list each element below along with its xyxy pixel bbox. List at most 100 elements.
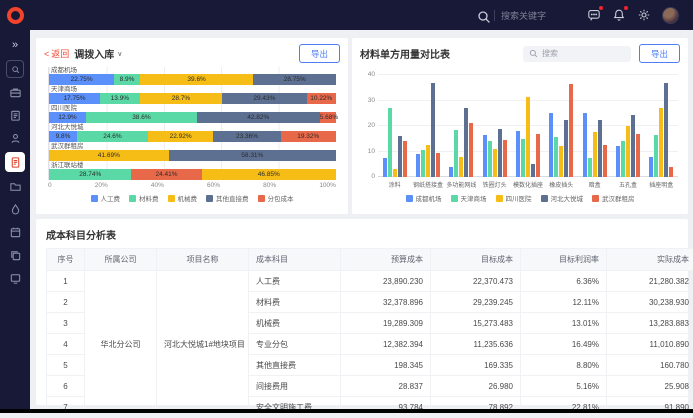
table-cell: 6 [47, 376, 85, 397]
sidebar-item-folder-icon[interactable] [5, 177, 25, 195]
bar-segment: 10.22% [307, 93, 336, 104]
bar [603, 145, 607, 177]
x-label: 暗盒 [578, 180, 611, 189]
sidebar-item-calendar-icon[interactable] [5, 223, 25, 241]
bar [493, 149, 497, 177]
legend-label: 成都机场 [416, 193, 442, 203]
expand-icon[interactable]: » [5, 36, 25, 54]
bell-badge [624, 6, 628, 10]
bell-icon[interactable] [612, 8, 626, 22]
table-cell: 材料费 [249, 292, 341, 313]
legend-label: 机械费 [178, 193, 198, 203]
bar-segment: 13.9% [100, 93, 140, 104]
legend-label: 武汉群租房 [602, 193, 635, 203]
export-button-right[interactable]: 导出 [639, 44, 680, 63]
sidebar-item-user-icon[interactable] [5, 129, 25, 147]
clipboard-icon [9, 109, 22, 122]
cost-analysis-table: 序号所属公司项目名称成本科目预算成本目标成本目标利润率实际成本 1华北分公司河北… [46, 248, 693, 418]
bar [516, 131, 520, 177]
table-row: 1华北分公司河北大悦城1#地块项目人工费23,890.23022,370.473… [47, 271, 693, 292]
avatar[interactable] [662, 7, 679, 24]
document-icon [9, 156, 22, 169]
bar [431, 83, 435, 177]
bar-group [445, 75, 478, 177]
back-button[interactable]: < 返回 [44, 47, 69, 60]
bottom-strip [0, 409, 693, 413]
legend-item[interactable]: 材料费 [129, 193, 159, 203]
x-tick: 60% [207, 182, 220, 189]
legend-item[interactable]: 其他直接费 [206, 193, 249, 203]
table-cell: 32,378.896 [341, 292, 431, 313]
bar [598, 120, 602, 177]
bar [549, 113, 553, 177]
sidebar-item-device-icon[interactable] [5, 269, 25, 287]
bar [588, 158, 592, 177]
panel-search-input[interactable] [542, 49, 625, 58]
table-cell: 12.11% [521, 292, 607, 313]
sidebar-item-document-icon[interactable] [5, 152, 25, 172]
table-cell: 12,382.394 [341, 334, 431, 355]
bar [469, 123, 473, 177]
legend-item[interactable]: 武汉群租房 [592, 193, 635, 203]
x-axis-ticks: 020%40%60%80%100% [48, 182, 336, 189]
x-label: 橡皮插头 [545, 180, 578, 189]
bar-segment: 24.41% [131, 169, 201, 180]
legend-item[interactable]: 人工费 [91, 193, 121, 203]
message-icon[interactable] [587, 8, 601, 22]
table-cell: 25.908 [607, 376, 693, 397]
bar [403, 141, 407, 177]
bar [459, 157, 463, 177]
category-label: 武汉群租房 [49, 143, 336, 150]
stacked-bar-row: 河北大悦城9.8%24.6%22.92%23.36%19.32% [49, 124, 336, 142]
sidebar-item-briefcase-icon[interactable] [5, 83, 25, 101]
bar [569, 84, 573, 177]
bar-segment: 28.74% [49, 169, 131, 180]
bar [669, 167, 673, 177]
bar [554, 137, 558, 177]
bar [616, 146, 620, 177]
material-usage-chart: 010203040 涂料钢纸搭接盒多功能网线铁圈灯头模数化插座橡皮插头暗盒五孔盒… [352, 75, 688, 203]
app-logo[interactable] [7, 7, 24, 24]
x-label: 涂料 [378, 180, 411, 189]
bar [498, 129, 502, 177]
legend-item[interactable]: 成都机场 [406, 193, 442, 203]
table-title: 成本科目分析表 [36, 219, 688, 248]
legend-item[interactable]: 天津商场 [451, 193, 487, 203]
legend-item[interactable]: 机械费 [168, 193, 198, 203]
legend-item[interactable]: 河北大悦城 [541, 193, 584, 203]
bar [383, 158, 387, 177]
table-header: 目标成本 [431, 249, 521, 271]
legend-swatch [451, 195, 458, 202]
export-button-left[interactable]: 导出 [299, 44, 340, 63]
bar [531, 164, 535, 177]
category-label: 天津商场 [49, 86, 336, 93]
bar-group [378, 75, 411, 177]
bar [593, 132, 597, 177]
legend-item[interactable]: 分包成本 [258, 193, 294, 203]
bar-segment: 12.9% [49, 112, 86, 123]
sidebar-item-copy-icon[interactable] [5, 246, 25, 264]
sidebar-item-drop-icon[interactable] [5, 200, 25, 218]
global-search[interactable]: 搜索关键字 [477, 9, 546, 22]
search-icon [529, 49, 538, 58]
sidebar-item-search-icon[interactable] [6, 60, 24, 78]
bar [464, 108, 468, 177]
table-cell: 8.80% [521, 355, 607, 376]
legend-swatch [258, 195, 265, 202]
bar [436, 153, 440, 177]
folder-icon [9, 180, 22, 193]
bar [526, 97, 530, 177]
allocation-title[interactable]: 调拨入库 [74, 46, 114, 61]
table-cell: 华北分公司 [85, 271, 157, 418]
table-header: 项目名称 [157, 249, 249, 271]
chevron-down-icon[interactable]: ∨ [117, 50, 122, 58]
table-cell: 间接费用 [249, 376, 341, 397]
panel-search[interactable] [523, 46, 631, 62]
legend-item[interactable]: 四川医院 [496, 193, 532, 203]
legend-swatch [406, 195, 413, 202]
table-cell: 5.16% [521, 376, 607, 397]
gear-icon[interactable] [637, 8, 651, 22]
legend-label: 人工费 [101, 193, 121, 203]
bar-segment: 5.68% [320, 112, 336, 123]
sidebar-item-clipboard-icon[interactable] [5, 106, 25, 124]
